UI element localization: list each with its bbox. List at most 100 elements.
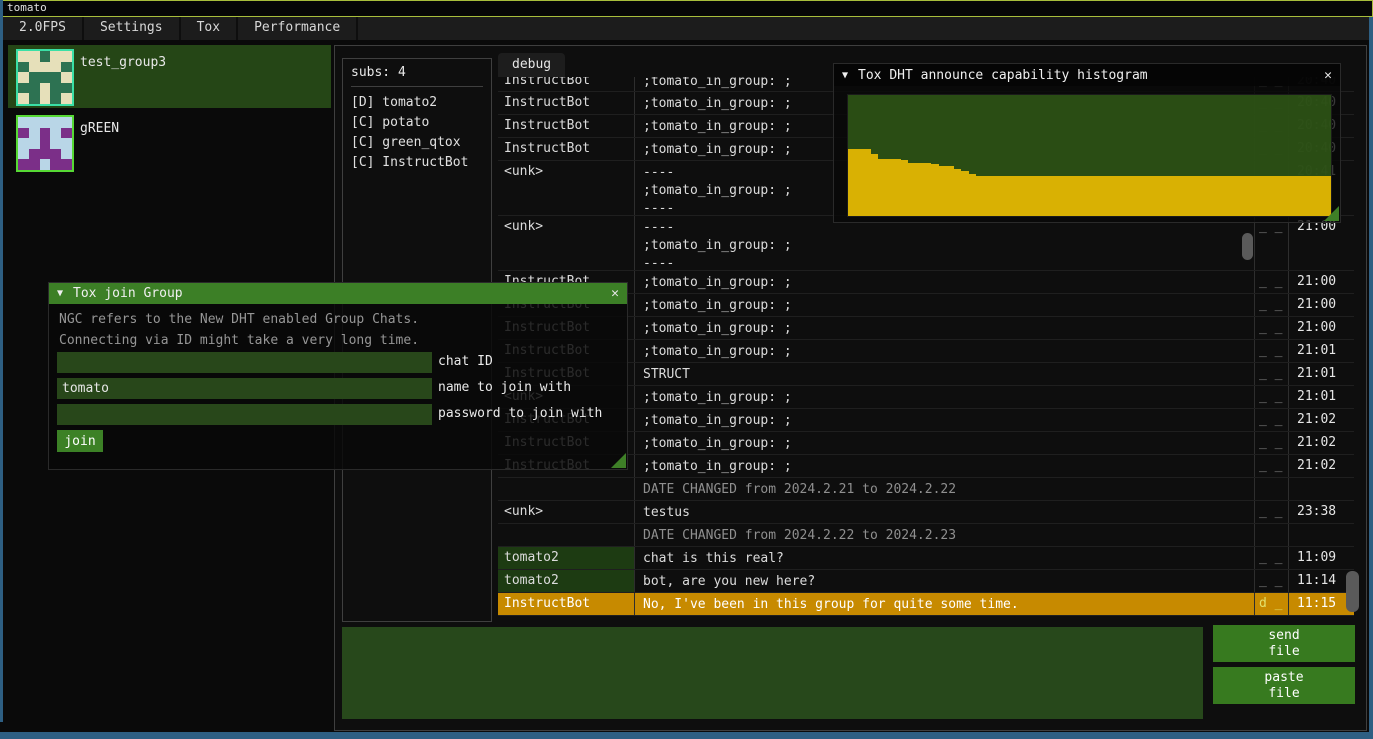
histogram-bar: [1188, 176, 1196, 216]
menu-item-tox[interactable]: Tox: [181, 17, 238, 40]
histogram-bar: [946, 166, 954, 216]
histogram-window-title: Tox DHT announce capability histogram: [858, 68, 1324, 83]
message-text: DATE CHANGED from 2024.2.21 to 2024.2.22: [635, 478, 1255, 500]
separator: [351, 86, 483, 87]
histogram-bar: [1150, 176, 1158, 216]
date-changed-row[interactable]: DATE CHANGED from 2024.2.22 to 2024.2.23: [498, 524, 1354, 547]
histogram-bar: [1135, 176, 1143, 216]
timestamp: 21:00: [1289, 216, 1354, 270]
receipt-status: _ _: [1255, 216, 1289, 270]
histogram-bar: [1059, 176, 1067, 216]
menu-item-settings[interactable]: Settings: [84, 17, 181, 40]
receipt-status: _ _: [1255, 409, 1289, 431]
subs-count-header: subs: 4: [351, 65, 483, 80]
histogram-bar: [1278, 176, 1286, 216]
histogram-bar: [923, 163, 931, 216]
send-file-button[interactable]: send file: [1213, 625, 1355, 662]
join-name-field[interactable]: [57, 378, 432, 399]
sender-name: InstructBot: [498, 77, 635, 91]
message-row[interactable]: <unk>---- ;tomato_in_group: ; ----_ _21:…: [498, 216, 1354, 271]
group-item-gREEN[interactable]: gREEN: [8, 111, 331, 171]
paste-file-button[interactable]: paste file: [1213, 667, 1355, 704]
histogram-bar: [1316, 176, 1324, 216]
histogram-bar: [991, 176, 999, 216]
close-icon[interactable]: ✕: [611, 286, 619, 301]
histogram-bar: [984, 176, 992, 216]
histogram-titlebar[interactable]: ▼ Tox DHT announce capability histogram …: [834, 64, 1340, 86]
histogram-bar: [1210, 176, 1218, 216]
histogram-bar: [1037, 176, 1045, 216]
histogram-bar: [886, 159, 894, 216]
date-changed-row[interactable]: DATE CHANGED from 2024.2.21 to 2024.2.22: [498, 478, 1354, 501]
group-name: gREEN: [80, 121, 119, 136]
fps-counter: 2.0FPS: [3, 17, 84, 40]
join-group-window: ▼ Tox join Group ✕ NGC refers to the New…: [48, 282, 628, 470]
histogram-bar: [893, 159, 901, 216]
histogram-bar: [1127, 176, 1135, 216]
receipt-status: _ _: [1255, 386, 1289, 408]
receipt-status: _ _: [1255, 432, 1289, 454]
subs-member[interactable]: [C] InstructBot: [351, 153, 483, 173]
join-button[interactable]: join: [57, 430, 103, 452]
message-row[interactable]: InstructBotNo, I've been in this group f…: [498, 593, 1354, 616]
histogram-bar: [856, 149, 864, 216]
histogram-bar: [1014, 176, 1022, 216]
message-input[interactable]: [342, 627, 1203, 719]
histogram-bar: [901, 160, 909, 216]
receipt-status: [1255, 478, 1289, 500]
tab-debug[interactable]: debug: [498, 53, 565, 77]
histogram-bar: [1308, 176, 1316, 216]
receipt-status: _ _: [1255, 317, 1289, 339]
histogram-bar: [1006, 176, 1014, 216]
message-row[interactable]: tomato2chat is this real?_ _11:09: [498, 547, 1354, 570]
histogram-bar: [1082, 176, 1090, 216]
menu-item-performance[interactable]: Performance: [238, 17, 358, 40]
message-row[interactable]: tomato2bot, are you new here?_ _11:14: [498, 570, 1354, 593]
timestamp: [1289, 524, 1354, 546]
subs-member[interactable]: [C] potato: [351, 113, 483, 133]
message-text: ;tomato_in_group: ;: [635, 340, 1255, 362]
resize-grip-icon[interactable]: [611, 453, 626, 468]
group-avatar: [16, 49, 74, 106]
histogram-bar: [1286, 176, 1294, 216]
histogram-bar: [1248, 176, 1256, 216]
close-icon[interactable]: ✕: [1324, 68, 1332, 83]
message-scrollbar-thumb[interactable]: [1346, 571, 1359, 612]
subs-member-list: [D] tomato2[C] potato[C] green_qtox[C] I…: [351, 93, 483, 173]
collapse-arrow-icon[interactable]: ▼: [842, 70, 848, 81]
message-row[interactable]: <unk>testus_ _23:38: [498, 501, 1354, 524]
histogram-bar: [931, 164, 939, 216]
join-group-titlebar[interactable]: ▼ Tox join Group ✕: [49, 283, 627, 304]
inner-scrollbar-thumb[interactable]: [1242, 233, 1253, 260]
subs-member[interactable]: [D] tomato2: [351, 93, 483, 113]
sender-name: <unk>: [498, 501, 635, 523]
histogram-bar: [1052, 176, 1060, 216]
histogram-bar: [1225, 176, 1233, 216]
histogram-bar: [1263, 176, 1271, 216]
sender-name: InstructBot: [498, 138, 635, 160]
histogram-bar: [969, 174, 977, 216]
message-text: ;tomato_in_group: ;: [635, 317, 1255, 339]
timestamp: 11:14: [1289, 570, 1354, 592]
subs-member[interactable]: [C] green_qtox: [351, 133, 483, 153]
os-window-title: tomato: [7, 1, 47, 14]
timestamp: 21:02: [1289, 455, 1354, 477]
chat-id-field[interactable]: [57, 352, 432, 373]
histogram-bar: [1157, 176, 1165, 216]
histogram-bar: [1240, 176, 1248, 216]
histogram-bar: [1142, 176, 1150, 216]
histogram-bar: [976, 176, 984, 216]
timestamp: 21:01: [1289, 340, 1354, 362]
message-text: testus: [635, 501, 1255, 523]
timestamp: 21:01: [1289, 386, 1354, 408]
timestamp: 21:02: [1289, 432, 1354, 454]
histogram-bar: [961, 171, 969, 216]
message-text: ;tomato_in_group: ;: [635, 386, 1255, 408]
resize-grip-icon[interactable]: [1324, 206, 1339, 221]
histogram-bar: [848, 149, 856, 216]
group-item-test_group3[interactable]: test_group3: [8, 45, 331, 108]
join-password-field[interactable]: [57, 404, 432, 425]
os-titlebar: tomato: [0, 0, 1373, 17]
collapse-arrow-icon[interactable]: ▼: [57, 288, 63, 299]
receipt-status: _ _: [1255, 570, 1289, 592]
